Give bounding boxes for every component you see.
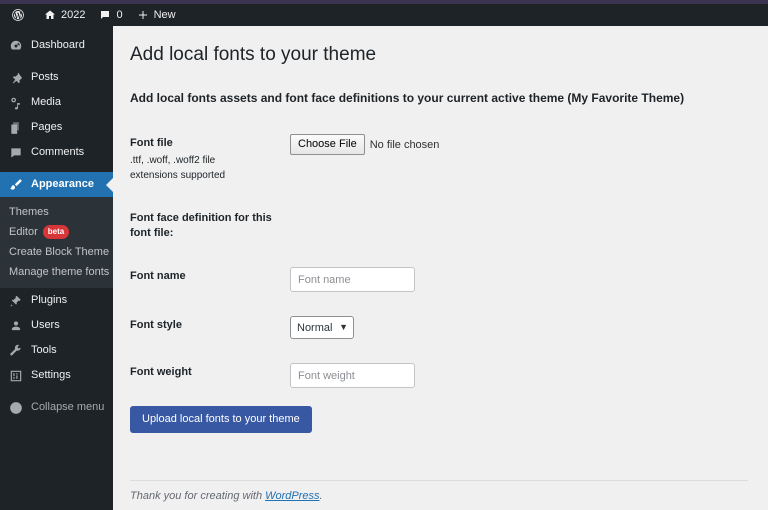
table-row-font-weight: Font weight (130, 351, 690, 400)
sidebar-label-plugins: Plugins (31, 295, 67, 306)
footer-suffix-text: . (320, 490, 323, 502)
font-face-definition-empty-cell (290, 197, 690, 255)
submenu-label-manage-theme-fonts: Manage theme fonts (9, 266, 109, 278)
sidebar-label-users: Users (31, 320, 60, 331)
sidebar-label-pages: Pages (31, 122, 62, 133)
plus-icon (137, 9, 149, 21)
comment-bubble-icon (99, 9, 111, 21)
appearance-brush-icon (8, 177, 23, 192)
font-style-input-cell: Normal Italic ▼ (290, 304, 690, 351)
users-icon (8, 318, 23, 333)
font-form-table: Font file .ttf, .woff, .woff2 file exten… (130, 122, 690, 400)
admin-footer: Thank you for creating with WordPress. (130, 480, 748, 502)
submenu-label-editor: Editor (9, 226, 38, 238)
submenu-item-manage-theme-fonts[interactable]: Manage theme fonts (0, 262, 113, 282)
font-weight-label: Font weight (130, 366, 192, 378)
file-input-row: Choose File No file chosen (290, 134, 690, 154)
wordpress-logo-icon (11, 8, 25, 22)
appearance-submenu: Themes Editor beta Create Block Theme Ma… (0, 197, 113, 288)
sidebar-item-collapse-menu[interactable]: Collapse menu (0, 395, 113, 420)
sidebar-item-pages[interactable]: Pages (0, 115, 113, 140)
add-local-fonts-form: Font file .ttf, .woff, .woff2 file exten… (130, 122, 748, 433)
sidebar-label-tools: Tools (31, 345, 57, 356)
sidebar-item-tools[interactable]: Tools (0, 338, 113, 363)
media-icon (8, 95, 23, 110)
sidebar-item-plugins[interactable]: Plugins (0, 288, 113, 313)
sidebar-item-appearance[interactable]: Appearance (0, 172, 113, 197)
footer-prefix-text: Thank you for creating with (130, 490, 265, 502)
font-file-label-cell: Font file .ttf, .woff, .woff2 file exten… (130, 122, 290, 197)
sidebar-item-users[interactable]: Users (0, 313, 113, 338)
sidebar-label-appearance: Appearance (31, 179, 94, 190)
admin-bar-wordpress-logo[interactable] (4, 4, 37, 26)
font-file-label: Font file (130, 137, 173, 149)
admin-bar: 2022 0 New (0, 4, 768, 26)
submenu-item-themes[interactable]: Themes (0, 202, 113, 222)
font-file-hint: .ttf, .woff, .woff2 file extensions supp… (130, 154, 265, 183)
page-subtitle: Add local fonts assets and font face def… (130, 90, 748, 107)
submenu-item-editor[interactable]: Editor beta (0, 222, 113, 242)
font-name-label-cell: Font name (130, 255, 290, 304)
no-file-chosen-text: No file chosen (370, 139, 440, 151)
admin-bar-comments-count: 0 (116, 4, 122, 26)
main-content: Add local fonts to your theme Add local … (118, 26, 768, 510)
admin-bar-site-label: 2022 (61, 4, 85, 26)
font-style-select[interactable]: Normal Italic (290, 316, 354, 339)
sidebar-label-settings: Settings (31, 370, 71, 381)
sidebar-item-posts[interactable]: Posts (0, 65, 113, 90)
sidebar-item-media[interactable]: Media (0, 90, 113, 115)
pages-icon (8, 120, 23, 135)
page-title: Add local fonts to your theme (130, 43, 748, 68)
font-face-definition-label: Font face definition for this font file: (130, 212, 272, 239)
admin-bar-comments[interactable]: 0 (92, 4, 129, 26)
font-style-label-cell: Font style (130, 304, 290, 351)
sidebar-label-collapse-menu: Collapse menu (31, 402, 104, 413)
comments-icon (8, 145, 23, 160)
submenu-item-create-block-theme[interactable]: Create Block Theme (0, 242, 113, 262)
tools-wrench-icon (8, 343, 23, 358)
admin-sidebar-menu: Dashboard Posts Media (0, 26, 113, 510)
settings-sliders-icon (8, 368, 23, 383)
sidebar-item-settings[interactable]: Settings (0, 363, 113, 388)
admin-bar-new-content[interactable]: New (130, 4, 183, 26)
plugins-icon (8, 293, 23, 308)
upload-local-fonts-button[interactable]: Upload local fonts to your theme (130, 406, 312, 433)
sidebar-label-dashboard: Dashboard (31, 40, 85, 51)
table-row-font-file: Font file .ttf, .woff, .woff2 file exten… (130, 122, 690, 197)
collapse-arrow-icon (8, 400, 23, 415)
font-weight-label-cell: Font weight (130, 351, 290, 400)
dashboard-icon (8, 38, 23, 53)
font-file-input-cell: Choose File No file chosen (290, 122, 690, 197)
table-row-font-style: Font style Normal Italic ▼ (130, 304, 690, 351)
font-face-definition-label-cell: Font face definition for this font file: (130, 197, 290, 255)
sidebar-label-posts: Posts (31, 72, 59, 83)
table-row-font-face-definition: Font face definition for this font file: (130, 197, 690, 255)
table-row-font-name: Font name (130, 255, 690, 304)
admin-bar-site-name[interactable]: 2022 (37, 4, 92, 26)
font-style-select-wrapper: Normal Italic ▼ (290, 316, 354, 339)
beta-badge: beta (43, 225, 69, 239)
font-name-input[interactable] (290, 267, 415, 292)
font-style-label: Font style (130, 319, 182, 331)
submenu-label-themes: Themes (9, 206, 49, 218)
sidebar-item-dashboard[interactable]: Dashboard (0, 33, 113, 58)
wordpress-admin-page: 2022 0 New D (0, 0, 768, 510)
sidebar-item-comments[interactable]: Comments (0, 140, 113, 165)
choose-file-button[interactable]: Choose File (290, 134, 365, 154)
home-icon (44, 9, 56, 21)
pin-icon (8, 70, 23, 85)
sidebar-label-comments: Comments (31, 147, 84, 158)
wordpress-link[interactable]: WordPress (265, 490, 319, 502)
font-weight-input-cell (290, 351, 690, 400)
font-weight-input[interactable] (290, 363, 415, 388)
font-name-label: Font name (130, 270, 186, 282)
font-name-input-cell (290, 255, 690, 304)
sidebar-label-media: Media (31, 97, 61, 108)
admin-bar-new-label: New (154, 4, 176, 26)
submenu-label-create-block-theme: Create Block Theme (9, 246, 109, 258)
